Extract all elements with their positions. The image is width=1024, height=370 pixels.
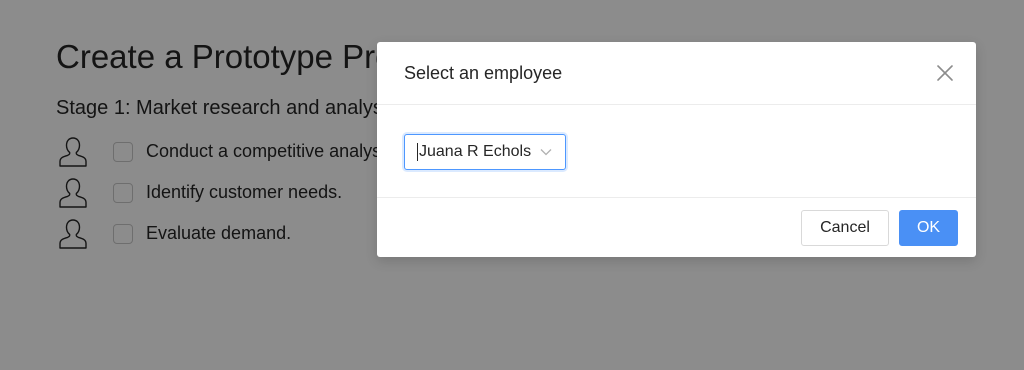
- cancel-button[interactable]: Cancel: [801, 210, 889, 246]
- ok-button[interactable]: OK: [899, 210, 958, 246]
- modal-header: Select an employee: [377, 42, 976, 105]
- modal-footer: Cancel OK: [377, 198, 976, 258]
- employee-select[interactable]: Juana R Echols: [404, 134, 566, 170]
- select-employee-dialog: Select an employee Juana R Echols Cancel: [377, 42, 976, 257]
- chevron-down-icon: [540, 146, 552, 158]
- employee-select-value: Juana R Echols: [417, 143, 532, 161]
- modal-body: Juana R Echols: [377, 105, 976, 198]
- close-icon[interactable]: [934, 62, 956, 84]
- task-page: Create a Prototype Product Stage 1: Mark…: [0, 0, 1024, 370]
- modal-title: Select an employee: [404, 63, 563, 83]
